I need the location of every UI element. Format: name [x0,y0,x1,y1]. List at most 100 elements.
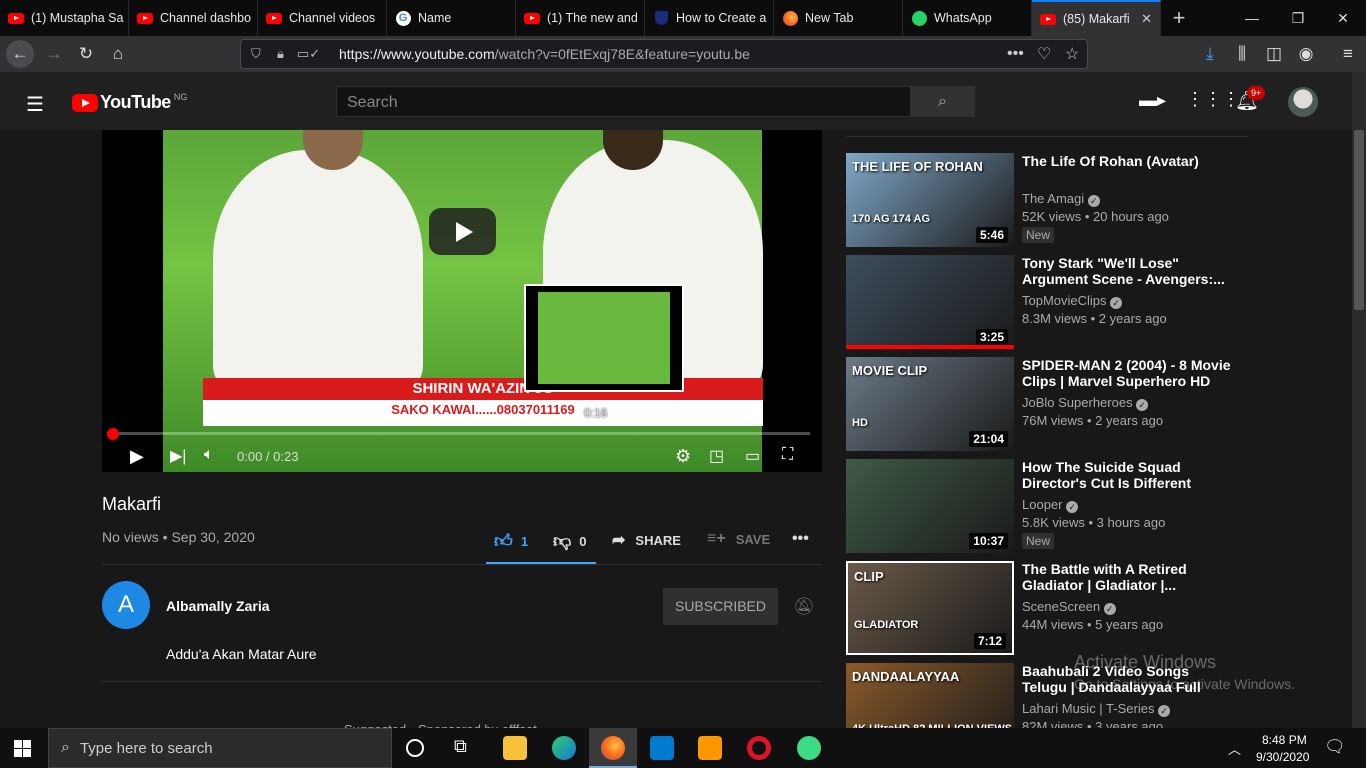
maximize-button[interactable]: ❐ [1275,0,1321,36]
recommendation-item[interactable]: 3:25 Tony Stark "We'll Lose" Argument Sce… [846,255,1246,349]
settings-gear-icon[interactable]: ⚙ [675,446,691,467]
youtube-logo[interactable]: YouTube NG [72,92,187,113]
opera-icon[interactable] [747,736,771,760]
scrubber-handle[interactable] [107,428,119,440]
shield-icon[interactable]: ⛉ [251,46,261,62]
android-studio-icon[interactable] [797,736,821,760]
theater-mode-icon[interactable]: ▭ [745,446,760,466]
video-thumbnail[interactable]: 3:25 [846,255,1014,349]
cortana-icon[interactable] [406,739,424,757]
permissions-icon[interactable]: ▭✓ [297,46,320,62]
account-icon[interactable]: ◉ [1292,40,1320,68]
video-thumbnail[interactable]: DANDAALAYYAA4K UltraHD 82 MILLION VIEWS [846,663,1014,728]
back-button[interactable]: ← [6,40,34,68]
video-thumbnail[interactable]: MOVIE CLIP HD 21:04 [846,357,1014,451]
reload-button[interactable]: ↻ [72,40,100,68]
recommendation-channel[interactable]: SceneScreen ✓ [1022,599,1116,615]
create-video-icon[interactable]: ▬▸ [1139,90,1166,111]
firefox-icon[interactable] [601,736,625,760]
recommendation-title[interactable]: Tony Stark "We'll Lose" Argument Scene -… [1022,255,1237,287]
subscribed-button[interactable]: SUBSCRIBED [663,588,778,625]
show-hidden-icons-icon[interactable]: ︿ [1228,739,1241,758]
file-explorer-icon[interactable] [503,736,527,760]
menu-icon[interactable]: ≡ [1334,40,1362,68]
sidebar-icon[interactable]: ◫ [1260,40,1288,68]
recommendation-title[interactable]: The Life Of Rohan (Avatar) [1022,153,1237,169]
browser-tab-3[interactable]: Channel videos [258,0,387,36]
minimize-button[interactable]: — [1229,0,1275,36]
recommendation-channel[interactable]: The Amagi ✓ [1022,191,1100,207]
youtube-header: ☰ YouTube NG Search ⌕ ▬▸ ⋮⋮⋮ 🔔︎ 9+ [0,72,1352,130]
browser-tab-8[interactable]: WhatsApp [903,0,1032,36]
recommendation-title[interactable]: SPIDER-MAN 2 (2004) - 8 Movie Clips | Ma… [1022,357,1237,389]
browser-tab-2[interactable]: Channel dashbo [129,0,258,36]
recommendation-item[interactable]: 10:37 How The Suicide Squad Director's Cu… [846,459,1246,553]
recommendation-channel[interactable]: JoBlo Superheroes ✓ [1022,395,1149,411]
like-button[interactable]: 👍︎ 1 [494,530,528,552]
clock-time[interactable]: 8:48 PM [1262,733,1307,747]
volume-icon[interactable]: 🔈︎ [204,446,214,464]
scrollbar-thumb[interactable] [1354,130,1364,310]
recommendation-title[interactable]: How The Suicide Squad Director's Cut Is … [1022,459,1237,491]
video-player[interactable]: SHIRIN WA'AZIN JU SAKO KAWAI......080370… [102,130,822,472]
youtube-icon [137,10,153,26]
vscode-icon[interactable] [650,736,674,760]
sublime-icon[interactable] [698,736,722,760]
pocket-icon[interactable]: ♡ [1037,44,1051,64]
video-thumbnail[interactable]: 10:37 [846,459,1014,553]
dislike-button[interactable]: 👎︎ 0 [553,530,587,552]
home-button[interactable]: ⌂ [104,40,132,68]
tab-label: Name [418,11,452,25]
edge-icon[interactable] [552,736,576,760]
play-icon[interactable]: ▶ [130,446,144,467]
task-view-icon[interactable]: ⧉ [454,736,467,757]
video-thumbnail[interactable]: CLIP GLADIATOR 7:12 [846,561,1014,655]
forward-button[interactable]: → [40,40,68,68]
url-bar[interactable]: ⛉ 🔒︎ ▭✓ https://www.youtube.com/watch?v=… [240,39,1088,69]
large-play-button[interactable] [429,208,496,255]
browser-tab-6[interactable]: How to Create a [645,0,774,36]
recommendation-channel[interactable]: Looper ✓ [1022,497,1079,513]
browser-tab-active[interactable]: (85) Makarfi ✕ [1032,0,1161,36]
avatar[interactable] [1288,87,1318,117]
library-icon[interactable]: ⫼ [1228,40,1256,68]
save-button[interactable]: ≡+ SAVE [707,530,770,548]
search-button[interactable]: ⌕ [910,86,975,117]
recommendation-channel[interactable]: TopMovieClips ✓ [1022,293,1123,309]
browser-tab-1[interactable]: (1) Mustapha Sa [0,0,129,36]
page-actions-icon[interactable]: ••• [1007,45,1024,63]
progress-bar[interactable] [112,432,810,435]
download-icon[interactable]: ⤓ [1196,40,1224,68]
recommendation-item[interactable]: MOVIE CLIP HD 21:04 SPIDER-MAN 2 (2004) - 8… [846,357,1246,451]
recommendation-item[interactable]: CLIP GLADIATOR 7:12 The Battle with A Retir… [846,561,1246,655]
notification-center-icon[interactable]: 🗨︎ [1324,737,1346,757]
next-icon[interactable]: ▶| [170,446,186,466]
browser-tab-5[interactable]: (1) The new and [516,0,645,36]
search-input[interactable]: Search [336,86,911,117]
new-tab-button[interactable]: + [1161,0,1197,36]
browser-tab-7[interactable]: New Tab [774,0,903,36]
share-button[interactable]: ➦ SHARE [612,530,681,550]
close-window-button[interactable]: ✕ [1320,0,1366,36]
browser-tab-4[interactable]: G Name [387,0,516,36]
more-actions-icon[interactable]: ••• [792,530,809,548]
close-tab-icon[interactable]: ✕ [1141,11,1152,27]
windows-taskbar: ⌕ Type here to search ⧉ ︿ 8:48 PM 9/30/20… [0,728,1366,768]
bell-off-icon[interactable]: 🔕︎ [793,597,815,617]
windows-start-icon[interactable] [14,740,31,757]
video-thumbnail[interactable]: THE LIFE OF ROHAN 170 AG 174 AG 5:46 [846,153,1014,247]
recommendation-item[interactable]: THE LIFE OF ROHAN 170 AG 174 AG 5:46 The Li… [846,153,1246,247]
bookmark-star-icon[interactable]: ☆ [1065,44,1079,64]
clock-date[interactable]: 9/30/2020 [1256,750,1309,764]
channel-avatar[interactable]: A [102,581,150,629]
recommendation-title[interactable]: The Battle with A Retired Gladiator | Gl… [1022,561,1237,593]
miniplayer-icon[interactable]: ◳ [709,446,724,466]
channel-name[interactable]: Albamally Zaria [166,598,270,614]
lock-icon[interactable]: 🔒︎ [277,46,284,62]
url-text[interactable]: https://www.youtube.com/watch?v=0fEtExqj… [339,46,750,62]
taskbar-search[interactable]: ⌕ Type here to search [48,728,392,768]
fullscreen-icon[interactable]: ⛶ [782,446,793,464]
apps-grid-icon[interactable]: ⋮⋮⋮ [1186,89,1240,110]
recommendation-channel[interactable]: Lahari Music | T-Series ✓ [1022,701,1171,717]
hamburger-menu-icon[interactable]: ☰ [26,92,44,117]
